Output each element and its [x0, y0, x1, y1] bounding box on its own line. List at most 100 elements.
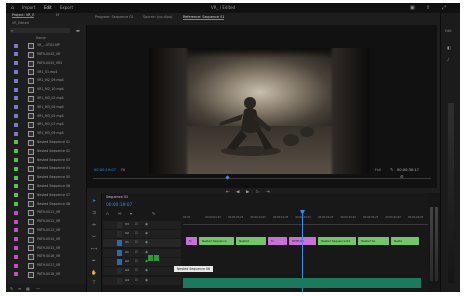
list-view-icon[interactable]: ≡ — [18, 286, 21, 291]
track-header[interactable]: V2 ⊡ ◉ — [103, 230, 181, 238]
share-icon[interactable]: ⇪ — [426, 5, 430, 11]
lock-icon[interactable]: ⊡ — [135, 240, 138, 244]
label-color-swatch[interactable] — [14, 87, 18, 92]
source-patch[interactable] — [117, 268, 122, 274]
label-color-swatch[interactable] — [14, 201, 18, 206]
project-item[interactable]: PATH-0043_VR — [6, 51, 86, 58]
lock-icon[interactable]: ⊡ — [135, 222, 138, 226]
ripple-edit-icon[interactable]: ⇹ — [91, 223, 97, 228]
project-item[interactable]: VR1_M3_07.mp4 — [6, 121, 86, 129]
fit-dropdown[interactable]: Fit — [121, 168, 125, 172]
hand-icon[interactable]: ✋ — [91, 271, 97, 276]
linked-selection-icon[interactable]: ⚯ — [118, 211, 121, 216]
fullscreen-icon[interactable]: ⤢ — [442, 5, 446, 11]
playhead-timecode[interactable]: 00:00:19:07 — [94, 168, 116, 172]
source-patch[interactable] — [117, 240, 122, 246]
track-header[interactable]: V3 ⊡ ◉ — [103, 221, 181, 229]
label-color-swatch[interactable] — [14, 210, 18, 215]
tab-source[interactable]: Source: (no clips) — [143, 15, 172, 19]
label-color-swatch[interactable] — [14, 219, 18, 224]
snap-icon[interactable]: ∩ — [106, 211, 109, 216]
project-item[interactable]: VR1_M3_09.mp4 — [6, 130, 86, 137]
source-patch[interactable] — [117, 250, 122, 256]
project-item[interactable]: VR1_M2_10.mp4 — [6, 86, 86, 93]
lock-icon[interactable]: ⊡ — [135, 259, 138, 263]
project-item[interactable]: VR1_M3_04.mp4 — [6, 104, 86, 111]
lock-icon[interactable]: ⊡ — [135, 268, 138, 272]
timeline-clip[interactable]: Neste — [391, 237, 419, 245]
nav-export[interactable]: Export — [60, 5, 73, 10]
razor-icon[interactable]: ✂ — [91, 235, 97, 240]
wrench-timeline-icon[interactable]: ✎ — [152, 211, 155, 216]
time-ruler[interactable]: 00:00 00:00:04:23 00:00:09:23 00:00:14:23 00… — [183, 216, 428, 222]
label-color-swatch[interactable] — [14, 272, 18, 277]
source-patch[interactable] — [117, 259, 122, 265]
wrench-icon[interactable]: ✎ — [390, 167, 393, 172]
lock-icon[interactable]: ⊡ — [135, 250, 138, 254]
slip-icon[interactable]: ⟷ — [91, 247, 97, 252]
label-color-swatch[interactable] — [14, 149, 18, 154]
project-item[interactable]: Nested Sequence 07 — [6, 192, 86, 199]
label-color-swatch[interactable] — [14, 61, 18, 66]
type-icon[interactable]: T — [91, 281, 97, 286]
nav-import[interactable]: Import — [22, 5, 35, 10]
solo-button[interactable] — [154, 255, 159, 261]
timeline-clip[interactable]: fx — [268, 237, 287, 245]
timeline-clip[interactable]: Nested Sequence 04 — [318, 237, 356, 245]
label-color-swatch[interactable] — [14, 140, 18, 145]
label-color-swatch[interactable] — [14, 78, 18, 83]
project-item[interactable]: Nested Sequence 03 — [6, 156, 86, 164]
adjust-icon[interactable]: ◧ — [447, 45, 451, 50]
project-item[interactable]: PATH-0017_VR — [6, 262, 86, 269]
label-color-swatch[interactable] — [14, 245, 18, 250]
eye-icon[interactable]: ◉ — [145, 268, 148, 272]
project-item[interactable]: Nested Sequence 02 — [6, 148, 86, 155]
pen-icon[interactable]: ✒ — [91, 259, 97, 264]
label-color-swatch[interactable] — [14, 43, 18, 48]
zoom-slider-icon[interactable]: — — [36, 286, 40, 291]
project-item[interactable]: VR1_M3_05.mp4 — [6, 112, 86, 120]
eye-icon[interactable]: ◉ — [145, 278, 148, 282]
source-patch[interactable] — [117, 231, 122, 237]
nav-edit[interactable]: Edit — [44, 5, 52, 10]
project-item[interactable]: Nested Sequence 04 — [6, 165, 86, 173]
tab-reference[interactable]: Reference: Sequence 01 — [183, 15, 225, 20]
label-color-swatch[interactable] — [14, 184, 18, 189]
timeline-clip[interactable]: Nested Sequence — [199, 237, 234, 245]
marker-icon[interactable]: ▾ — [130, 211, 132, 216]
label-color-swatch[interactable] — [14, 166, 18, 171]
monitor-scrubber[interactable] — [93, 178, 431, 179]
panel-icon[interactable]: ▣ — [410, 5, 415, 11]
label-color-swatch[interactable] — [14, 105, 18, 110]
project-item[interactable]: VR1_01.mp4 — [6, 68, 86, 76]
tab-program[interactable]: Program: Sequence 01 — [95, 15, 134, 19]
label-color-swatch[interactable] — [14, 122, 18, 127]
eye-icon[interactable]: ◉ — [145, 222, 148, 226]
label-color-swatch[interactable] — [14, 175, 18, 180]
timeline-clip[interactable]: Nested Se — [358, 237, 389, 245]
timeline-clip[interactable]: fx — [186, 237, 197, 245]
project-item[interactable]: PATH-0012_VR — [6, 218, 86, 225]
source-patch[interactable] — [117, 278, 122, 284]
home-icon[interactable]: ⌂ — [11, 5, 14, 11]
track-header[interactable]: V1 ⊡ ◉ — [103, 239, 181, 247]
selection-tool-icon[interactable]: ➤ — [91, 199, 97, 204]
eye-icon[interactable]: ◉ — [145, 240, 148, 244]
project-item[interactable]: VR_...0T01.MP — [6, 42, 86, 49]
label-color-swatch[interactable] — [14, 131, 18, 136]
label-color-swatch[interactable] — [14, 254, 18, 259]
settings-icon[interactable]: ⚙ — [400, 174, 404, 179]
search-input[interactable]: ⌕ — [10, 28, 70, 33]
tab-effects[interactable]: Ef — [56, 13, 59, 17]
lock-icon[interactable]: ⊡ — [135, 231, 138, 235]
project-item[interactable]: PATH-0018_VR — [6, 271, 86, 278]
label-color-swatch[interactable] — [14, 113, 18, 118]
label-color-swatch[interactable] — [14, 193, 18, 198]
label-color-swatch[interactable] — [14, 157, 18, 162]
timeline-timecode[interactable]: 00:00:19:07 — [106, 203, 132, 208]
project-item[interactable]: Nested Sequence 01 — [6, 139, 86, 146]
pencil-icon[interactable]: ✎ — [10, 286, 13, 291]
tab-sequence[interactable]: Sequence 01 — [106, 195, 128, 199]
track-select-icon[interactable]: ⇉ — [91, 211, 97, 216]
label-color-swatch[interactable] — [14, 96, 18, 101]
